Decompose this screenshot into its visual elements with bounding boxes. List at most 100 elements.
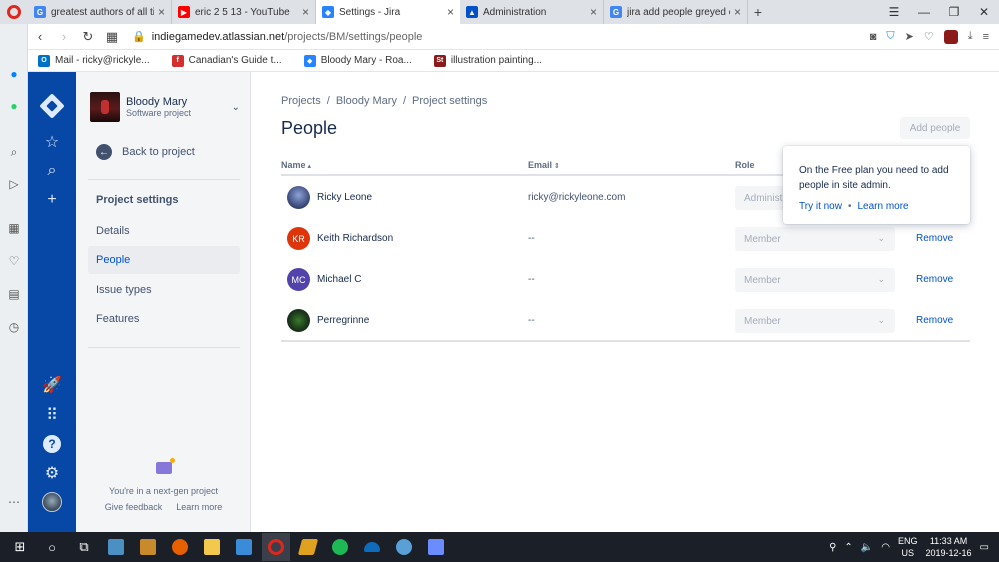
give-feedback-link[interactable]: Give feedback	[105, 502, 163, 512]
browser-tab-active[interactable]: ◆ Settings - Jira ×	[316, 0, 460, 24]
tab-menu-icon[interactable]: ☰	[879, 5, 909, 19]
sidebar-item-issue-types[interactable]: Issue types	[88, 276, 240, 304]
speed-dial-grid-icon[interactable]: ▦	[100, 29, 124, 45]
remove-link[interactable]: Remove	[916, 274, 953, 285]
app-icon[interactable]	[134, 533, 162, 561]
speed-dial-icon[interactable]: ▦	[6, 220, 22, 236]
app-icon[interactable]	[422, 533, 450, 561]
browser-tab[interactable]: ▲ Administration ×	[460, 0, 604, 24]
speaker-icon[interactable]: 🔈	[861, 542, 873, 553]
clock[interactable]: 11:33 AM 2019-12-16	[926, 535, 972, 559]
search-icon[interactable]: ⌕	[6, 144, 22, 160]
file-explorer-icon[interactable]	[198, 533, 226, 561]
browser-tab[interactable]: ▶ eric 2 5 13 - YouTube ×	[172, 0, 316, 24]
language-indicator[interactable]: ENG US	[898, 535, 918, 559]
sidebar-item-features[interactable]: Features	[88, 305, 240, 333]
settings-gear-icon[interactable]: ⚙	[40, 461, 64, 485]
remove-link[interactable]: Remove	[916, 233, 953, 244]
camera-icon[interactable]: ◙	[870, 31, 877, 43]
reload-icon[interactable]: ↻	[76, 29, 100, 45]
close-tab-icon[interactable]: ×	[590, 5, 597, 19]
sidebar-divider	[88, 179, 240, 180]
close-tab-icon[interactable]: ×	[302, 5, 309, 19]
bookmark-item[interactable]: St illustration painting...	[433, 54, 542, 67]
back-arrow-icon[interactable]: ‹	[28, 29, 52, 44]
bookmark-item[interactable]: O Mail - ricky@rickyle...	[38, 54, 150, 67]
app-icon[interactable]	[294, 533, 322, 561]
opera-logo-icon[interactable]	[0, 0, 28, 24]
restore-icon[interactable]: ❐	[939, 5, 969, 19]
notifications-icon[interactable]: ▭	[980, 542, 989, 553]
breadcrumb-project[interactable]: Bloody Mary	[336, 95, 397, 107]
column-header-email[interactable]: Email ⇕	[528, 160, 560, 170]
close-tab-icon[interactable]: ×	[158, 5, 165, 19]
vpn-shield-icon[interactable]: ⛉	[886, 30, 894, 43]
flow-icon[interactable]: ▷	[6, 176, 22, 192]
browser-tab[interactable]: G jira add people greyed out ×	[604, 0, 748, 24]
try-it-now-link[interactable]: Try it now	[799, 199, 842, 214]
add-people-button[interactable]: Add people	[900, 117, 970, 139]
rocket-icon[interactable]: 🚀	[40, 373, 64, 397]
back-to-project-link[interactable]: ← Back to project	[96, 144, 195, 160]
chevron-up-icon[interactable]: ⌃	[844, 542, 852, 553]
role-select[interactable]: Member ⌄	[735, 227, 895, 251]
app-icon[interactable]	[230, 533, 258, 561]
atlassian-icon: ▲	[466, 6, 478, 18]
profile-avatar[interactable]	[40, 490, 64, 514]
people-icon[interactable]: ⚲	[829, 542, 836, 553]
jira-logo-icon[interactable]	[39, 93, 65, 119]
forward-arrow-icon[interactable]: ›	[52, 29, 76, 44]
project-switcher[interactable]: Bloody Mary Software project ⌄	[90, 92, 240, 122]
history-icon[interactable]: ◷	[6, 319, 22, 335]
whatsapp-icon[interactable]: ●	[6, 98, 22, 114]
onedrive-icon[interactable]	[358, 533, 386, 561]
heart-icon[interactable]: ♡	[6, 253, 22, 269]
close-tab-icon[interactable]: ×	[447, 5, 454, 19]
news-icon[interactable]: ▤	[6, 286, 22, 302]
firefox-icon[interactable]	[166, 533, 194, 561]
more-icon[interactable]: ⋯	[6, 494, 22, 510]
help-icon[interactable]: ?	[40, 432, 64, 456]
messenger-icon[interactable]: ●	[6, 66, 22, 82]
app-icon[interactable]	[390, 533, 418, 561]
menu-icon[interactable]: ≡	[983, 31, 989, 43]
url-field[interactable]: 🔒 indiegamedev.atlassian.net/projects/BM…	[132, 30, 870, 44]
wifi-icon[interactable]: ◠	[881, 542, 890, 553]
task-view-icon[interactable]: ⧉	[70, 533, 98, 561]
free-plan-popup: On the Free plan you need to add people …	[783, 146, 970, 224]
minimize-icon[interactable]: —	[909, 5, 939, 19]
cortana-icon[interactable]: ○	[38, 533, 66, 561]
browser-tab[interactable]: G greatest authors of all time ×	[28, 0, 172, 24]
opera-taskbar-icon[interactable]	[262, 533, 290, 561]
sidebar-item-people[interactable]: People	[88, 246, 240, 274]
send-icon[interactable]: ➤	[905, 30, 914, 43]
app-switcher-icon[interactable]: ⠿	[40, 403, 64, 427]
create-plus-icon[interactable]: +	[40, 188, 64, 212]
search-icon[interactable]: ⌕	[40, 159, 64, 183]
bookmark-item[interactable]: f Canadian's Guide t...	[171, 54, 282, 67]
extension-icon[interactable]	[943, 29, 958, 44]
role-select[interactable]: Member ⌄	[735, 268, 895, 292]
spotify-icon[interactable]	[326, 533, 354, 561]
windows-taskbar: ⊞ ○ ⧉ ⚲ ⌃ 🔈 ◠ ENG US 11:33 AM 2019-12-16…	[0, 532, 999, 562]
browser-tab-strip: G greatest authors of all time × ▶ eric …	[0, 0, 999, 24]
chevron-down-icon[interactable]: ⌄	[232, 102, 240, 113]
close-window-icon[interactable]: ✕	[969, 5, 999, 19]
bookmark-item[interactable]: ◆ Bloody Mary - Roa...	[303, 54, 412, 67]
new-tab-button[interactable]: +	[748, 0, 768, 24]
windows-start-icon[interactable]: ⊞	[6, 533, 34, 561]
bookmark-heart-icon[interactable]: ♡	[924, 30, 934, 43]
breadcrumb-settings[interactable]: Project settings	[412, 95, 487, 107]
role-select[interactable]: Member ⌄	[735, 309, 895, 333]
breadcrumb-projects[interactable]: Projects	[281, 95, 321, 107]
project-avatar	[90, 92, 120, 122]
close-tab-icon[interactable]: ×	[734, 5, 741, 19]
app-icon[interactable]	[102, 533, 130, 561]
learn-more-link[interactable]: Learn more	[176, 502, 222, 512]
column-header-name[interactable]: Name ▴	[281, 160, 311, 170]
remove-link[interactable]: Remove	[916, 315, 953, 326]
learn-more-link[interactable]: Learn more	[857, 199, 908, 214]
star-icon[interactable]: ☆	[40, 130, 64, 154]
sidebar-item-details[interactable]: Details	[88, 217, 240, 245]
download-icon[interactable]: ⤓	[968, 30, 973, 43]
